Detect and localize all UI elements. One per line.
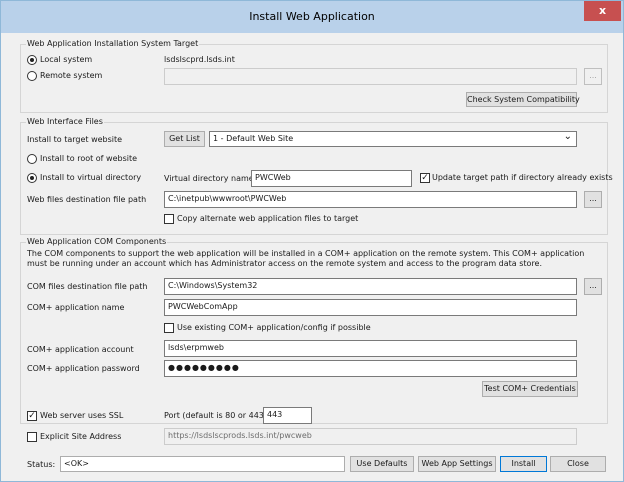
dialog-client-area: Web Application Installation System Targ…	[8, 33, 616, 476]
update-target-path-label: Update target path if directory already …	[432, 173, 613, 182]
web-files-group-legend: Web Interface Files	[26, 117, 104, 126]
com-destination-path-label: COM files destination file path	[27, 282, 148, 291]
check-compatibility-button[interactable]: Check System Compatibility	[466, 92, 580, 107]
remote-system-label: Remote system	[40, 71, 103, 80]
virtual-directory-radio[interactable]	[27, 173, 37, 183]
explicit-site-input[interactable]: https://lsdslscprods.lsds.int/pwcweb	[164, 428, 577, 445]
com-account-input[interactable]: lsds\erpmweb	[164, 340, 577, 357]
install-to-website-label: Install to target website	[27, 135, 123, 144]
test-com-credentials-button[interactable]: Test COM+ Credentials	[482, 381, 578, 397]
local-host-name: lsdslscprd.lsds.int	[164, 55, 235, 64]
com-password-input[interactable]: ●●●●●●●●●	[164, 360, 577, 377]
ssl-label: Web server uses SSL	[40, 411, 124, 420]
com-password-label: COM+ application password	[27, 364, 140, 373]
com-components-group-legend: Web Application COM Components	[26, 237, 168, 246]
web-app-settings-button[interactable]: Web App Settings	[418, 456, 496, 472]
remote-browse-button[interactable]: ...	[584, 68, 602, 85]
status-field: <OK>	[60, 456, 345, 472]
install-button[interactable]: Install	[500, 456, 547, 472]
virtual-directory-input[interactable]: PWCWeb	[251, 170, 412, 187]
root-of-website-label: Install to root of website	[40, 154, 138, 163]
copy-alternate-files-label: Copy alternate web application files to …	[177, 214, 359, 223]
root-of-website-radio[interactable]	[27, 154, 37, 164]
close-window-button[interactable]: x	[584, 1, 621, 21]
local-system-label: Local system	[40, 55, 93, 64]
com-app-name-label: COM+ application name	[27, 303, 125, 312]
local-system-radio[interactable]	[27, 55, 37, 65]
chevron-down-icon: ⌄	[563, 131, 572, 142]
window-title: Install Web Application	[249, 10, 375, 23]
update-target-path-checkbox[interactable]: ✓	[420, 173, 430, 183]
port-input[interactable]: 443	[263, 407, 312, 424]
website-select[interactable]: 1 - Default Web Site ⌄	[209, 131, 577, 147]
virtual-directory-name-label: Virtual directory name	[164, 174, 254, 183]
com-destination-browse-button[interactable]: ...	[584, 278, 602, 295]
explicit-site-checkbox[interactable]	[27, 432, 37, 442]
web-destination-browse-button[interactable]: ...	[584, 191, 602, 208]
copy-alternate-files-checkbox[interactable]	[164, 214, 174, 224]
com-account-label: COM+ application account	[27, 345, 134, 354]
target-group-legend: Web Application Installation System Targ…	[26, 39, 200, 48]
com-app-name-input[interactable]: PWCWebComApp	[164, 299, 577, 316]
remote-system-radio[interactable]	[27, 71, 37, 81]
get-list-button[interactable]: Get List	[164, 131, 205, 147]
com-destination-path-input[interactable]: C:\Windows\System32	[164, 278, 577, 295]
web-destination-path-input[interactable]: C:\inetpub\wwwroot\PWCWeb	[164, 191, 577, 208]
ssl-checkbox[interactable]: ✓	[27, 411, 37, 421]
web-destination-path-label: Web files destination file path	[27, 195, 147, 204]
close-button[interactable]: Close	[550, 456, 606, 472]
use-existing-com-checkbox[interactable]	[164, 323, 174, 333]
title-bar: Install Web Application x	[1, 1, 623, 33]
status-label: Status:	[27, 460, 56, 469]
use-defaults-button[interactable]: Use Defaults	[350, 456, 414, 472]
port-label: Port (default is 80 or 443)	[164, 411, 267, 420]
use-existing-com-label: Use existing COM+ application/config if …	[177, 323, 371, 332]
install-web-application-window: Install Web Application x Web Applicatio…	[0, 0, 624, 482]
explicit-site-label: Explicit Site Address	[40, 432, 122, 441]
website-select-value: 1 - Default Web Site	[213, 134, 294, 143]
virtual-directory-option-label: Install to virtual directory	[40, 173, 142, 182]
com-description-text: The COM components to support the web ap…	[27, 249, 585, 268]
remote-system-input[interactable]	[164, 68, 577, 85]
